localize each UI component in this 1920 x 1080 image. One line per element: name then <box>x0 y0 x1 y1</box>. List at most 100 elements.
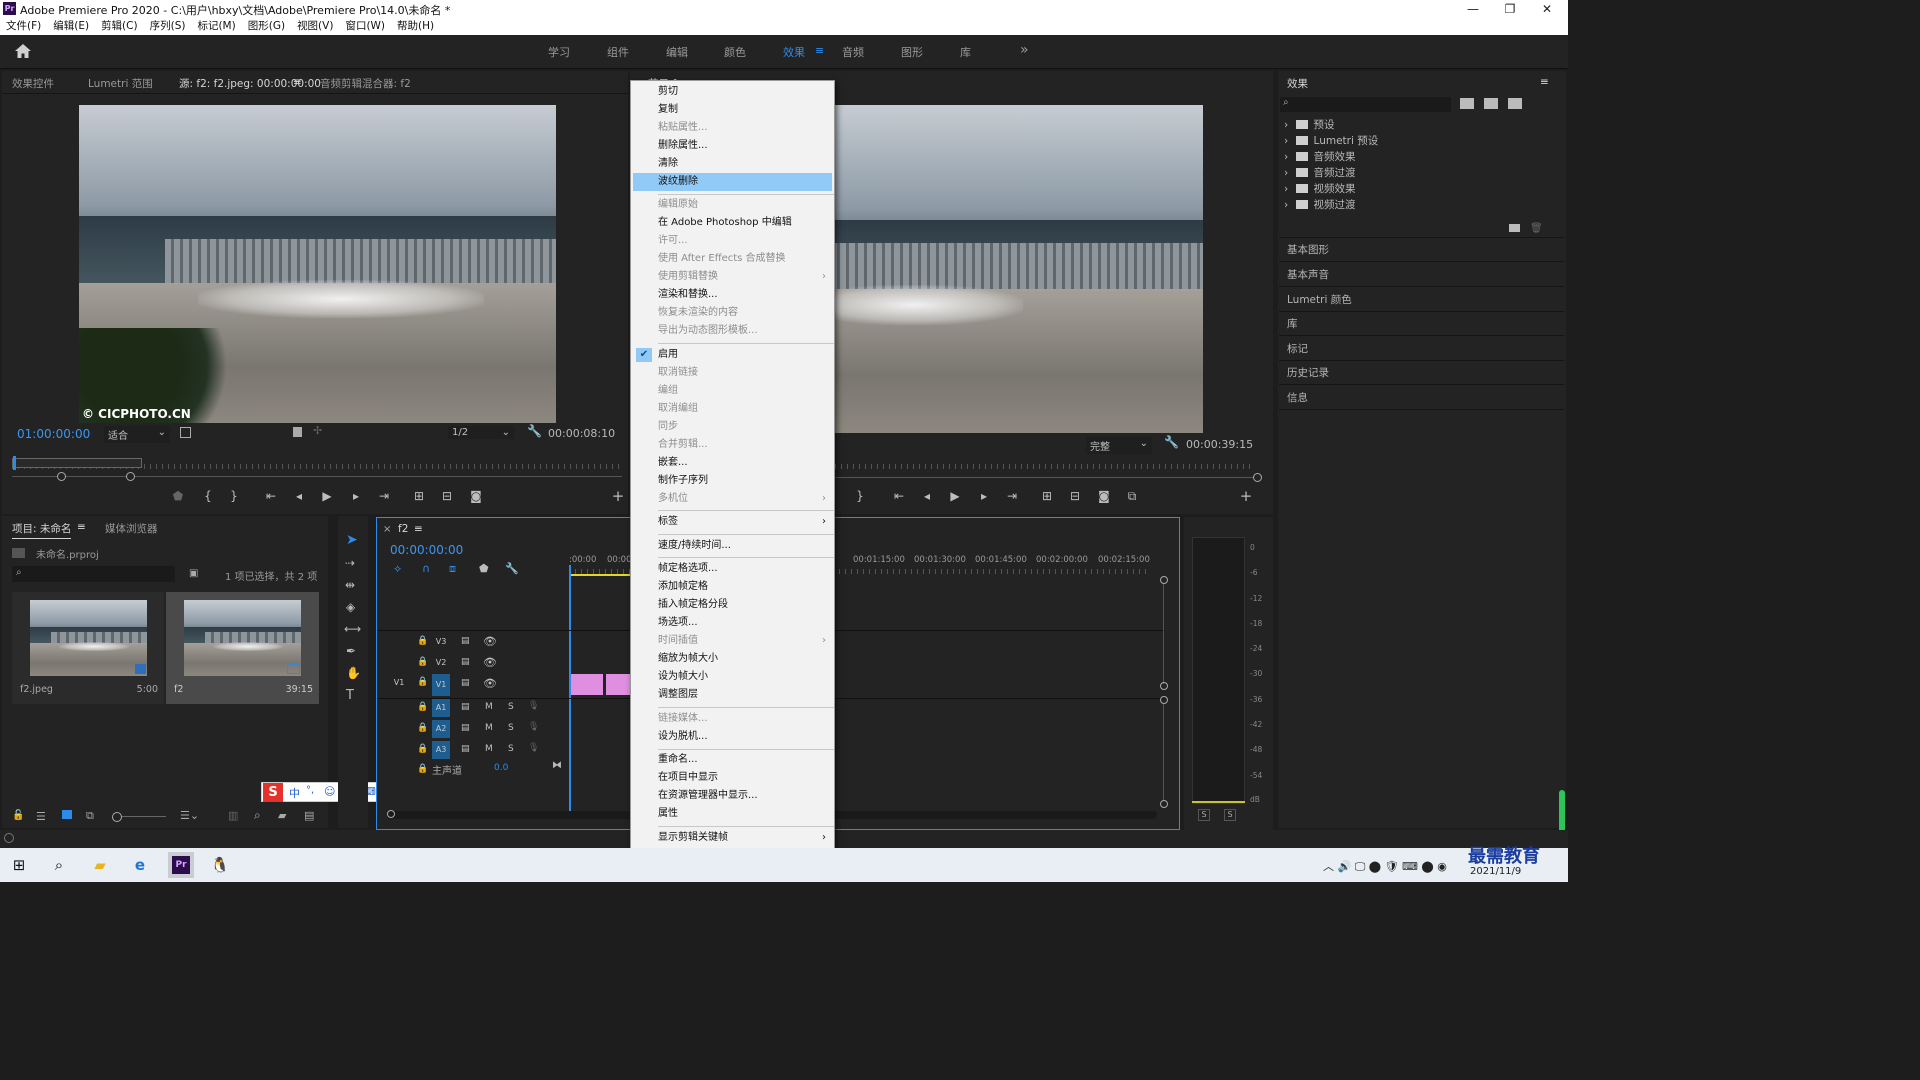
menu-file[interactable]: 文件(F) <box>6 18 41 35</box>
extract-icon[interactable]: ⊟ <box>1067 489 1083 503</box>
program-time-ruler[interactable] <box>835 464 1255 469</box>
step-forward-icon[interactable]: ▸ <box>348 489 364 503</box>
lock-track-icon[interactable]: 🔒 <box>417 723 428 733</box>
source-tab-menu-icon[interactable]: ≡ <box>293 76 302 88</box>
track-label-v3[interactable]: V3 <box>432 633 450 651</box>
workspace-tab-graphics[interactable]: 图形 <box>901 44 923 60</box>
menu-marker[interactable]: 标记(M) <box>197 18 235 35</box>
track-label-a2[interactable]: A2 <box>432 720 450 738</box>
lock-track-icon[interactable]: 🔒 <box>417 636 428 646</box>
track-label-a1[interactable]: A1 <box>432 699 450 717</box>
source-in-out-range[interactable] <box>12 458 142 468</box>
snap-icon[interactable]: ∩ <box>422 562 430 575</box>
workspace-tab-editing[interactable]: 编辑 <box>666 44 688 60</box>
tab-project[interactable]: 项目: 未命名 <box>12 521 72 539</box>
zoom-handle-left[interactable] <box>57 472 66 481</box>
workspace-more-icon[interactable]: » <box>1020 42 1029 58</box>
find-icon[interactable]: ⌕ <box>254 808 261 823</box>
new-bin-search-icon[interactable]: ▣ <box>189 568 198 579</box>
go-to-in-icon[interactable]: ⇤ <box>263 489 279 503</box>
new-bin-icon[interactable]: ▰ <box>278 809 286 822</box>
workspace-menu-icon[interactable]: ≡ <box>815 44 824 57</box>
menu-item-insert-frame-hold-segment[interactable]: 插入帧定格分段 <box>631 596 834 614</box>
eye-icon[interactable]: 👁 <box>483 656 497 669</box>
voiceover-icon[interactable]: 🎙 <box>528 743 539 753</box>
effects-folder-audio-effects[interactable]: › 音频效果 <box>1284 149 1554 165</box>
workspace-tab-effects[interactable]: 效果 <box>783 44 805 60</box>
sequence-tab-menu-icon[interactable]: ≡ <box>414 523 423 535</box>
sync-lock-icon[interactable]: ▤ <box>461 744 470 754</box>
clip-icon[interactable] <box>293 427 302 437</box>
menu-item-reveal-in-project[interactable]: 在项目中显示 <box>631 769 834 787</box>
panel-essential-graphics[interactable]: 基本图形 <box>1287 242 1329 257</box>
track-label-v1[interactable]: V1 <box>432 674 450 696</box>
close-sequence-icon[interactable]: × <box>383 524 391 535</box>
tab-sequence-f2[interactable]: f2 <box>398 523 408 535</box>
hand-tool-icon[interactable]: ✋ <box>346 666 361 680</box>
icon-view-icon[interactable] <box>62 810 72 819</box>
mute-button[interactable]: M <box>485 723 493 733</box>
ime-punct-icon[interactable]: °, <box>306 785 314 796</box>
insert-icon[interactable]: ⊞ <box>411 489 427 503</box>
panel-markers[interactable]: 标记 <box>1287 341 1308 356</box>
menu-graphics[interactable]: 图形(G) <box>248 18 285 35</box>
panel-essential-sound[interactable]: 基本声音 <box>1287 267 1329 282</box>
add-button-icon[interactable]: + <box>610 487 626 505</box>
pen-tool-icon[interactable]: ✒ <box>346 644 356 658</box>
menu-item-add-frame-hold[interactable]: 添加帧定格 <box>631 578 834 596</box>
solo-button[interactable]: S <box>508 723 514 733</box>
horizontal-scroll-handle[interactable] <box>387 810 395 818</box>
file-explorer-icon[interactable]: ▰ <box>89 855 111 875</box>
master-volume-value[interactable]: 0.0 <box>494 763 508 773</box>
source-timecode[interactable]: 01:00:00:00 <box>17 427 90 441</box>
effects-folder-presets[interactable]: › 预设 <box>1284 117 1554 133</box>
menu-item-make-subsequence[interactable]: 制作子序列 <box>631 472 834 490</box>
menu-help[interactable]: 帮助(H) <box>397 18 434 35</box>
new-item-icon[interactable]: ▤ <box>304 809 314 822</box>
lock-track-icon[interactable]: 🔒 <box>417 657 428 667</box>
program-wrench-icon[interactable]: 🔧 <box>1164 435 1179 449</box>
menu-item-render-and-replace[interactable]: 渲染和替换... <box>631 286 834 304</box>
project-item-f2-jpeg[interactable]: f2.jpeg 5:00 <box>12 592 164 704</box>
linked-selection-icon[interactable]: ⧈ <box>449 562 456 576</box>
go-to-out-icon[interactable]: ⇥ <box>376 489 392 503</box>
menu-item-clear[interactable]: 清除 <box>631 155 834 173</box>
menu-item-cut[interactable]: 剪切 <box>631 83 834 101</box>
fit-dropdown[interactable]: 适合 ⌄ <box>104 426 170 443</box>
mark-in-icon[interactable]: { <box>200 489 216 503</box>
menu-item-reveal-in-explorer[interactable]: 在资源管理器中显示... <box>631 787 834 805</box>
type-tool-icon[interactable]: T <box>346 688 354 703</box>
resolution-dropdown[interactable]: 1/2 ⌄ <box>448 426 514 439</box>
comparison-view-icon[interactable]: ⧉ <box>1124 489 1140 504</box>
menu-item-make-offline[interactable]: 设为脱机... <box>631 728 834 746</box>
program-go-to-in-icon[interactable]: ⇤ <box>891 489 907 503</box>
delete-icon[interactable]: 🗑 <box>1530 223 1543 234</box>
audio-scrollbar[interactable] <box>1163 704 1164 800</box>
lock-track-icon[interactable]: 🔒 <box>417 702 428 712</box>
nest-toggle-icon[interactable]: ⟡ <box>394 562 401 576</box>
lift-icon[interactable]: ⊞ <box>1039 489 1055 503</box>
lock-icon[interactable]: 🔓 <box>12 810 24 821</box>
eye-icon[interactable]: 👁 <box>483 635 497 648</box>
effects-panel-menu-icon[interactable]: ≡ <box>1540 76 1549 88</box>
maximize-button[interactable]: ❐ <box>1493 0 1527 18</box>
program-add-button-icon[interactable]: + <box>1238 487 1254 505</box>
work-area-bar[interactable] <box>570 574 630 576</box>
menu-item-scale-to-frame-size[interactable]: 缩放为帧大小 <box>631 650 834 668</box>
windows-start-icon[interactable]: ⊞ <box>8 855 30 875</box>
32bit-effects-icon[interactable] <box>1484 98 1498 109</box>
zoom-slider[interactable] <box>122 816 166 817</box>
zoom-handle-right[interactable] <box>126 472 135 481</box>
tab-audio-clip-mixer[interactable]: 音频剪辑混合器: f2 <box>320 76 411 91</box>
menu-clip[interactable]: 剪辑(C) <box>101 18 138 35</box>
edge-browser-icon[interactable]: e <box>129 855 151 875</box>
safe-margins-icon[interactable] <box>180 427 191 438</box>
menu-item-enable[interactable]: ✔ 启用 <box>631 346 834 364</box>
export-frame-icon[interactable]: ◙ <box>468 489 484 503</box>
go-to-end-icon[interactable]: ⧓ <box>552 760 562 771</box>
home-icon[interactable] <box>14 43 32 61</box>
play-icon[interactable]: ▶ <box>319 489 335 503</box>
workspace-tab-color[interactable]: 颜色 <box>724 44 746 60</box>
new-custom-bin-icon[interactable] <box>1509 224 1520 232</box>
mark-out-icon[interactable]: } <box>226 489 242 503</box>
